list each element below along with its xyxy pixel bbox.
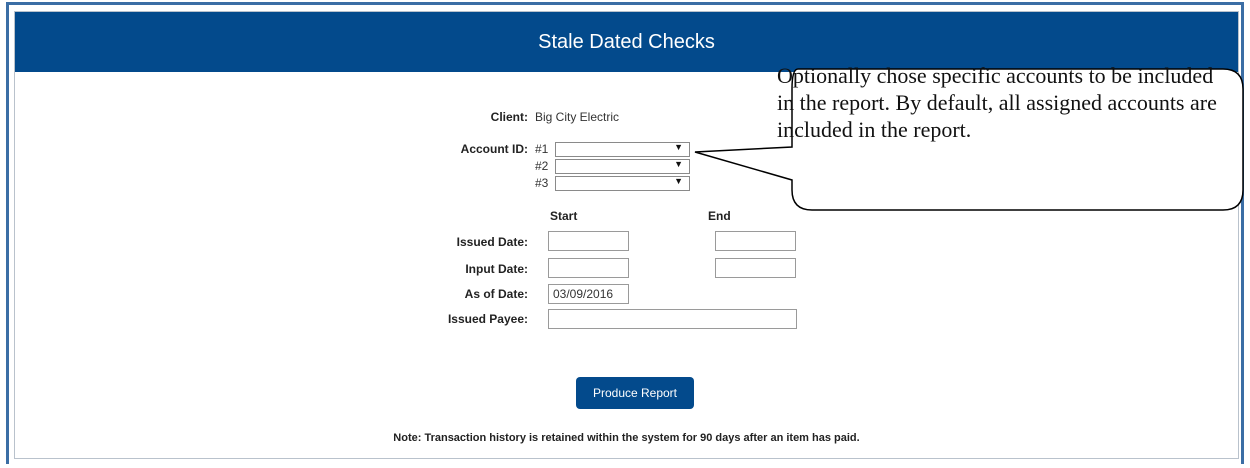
callout-text: Optionally chose specific accounts to be… [777,63,1217,142]
